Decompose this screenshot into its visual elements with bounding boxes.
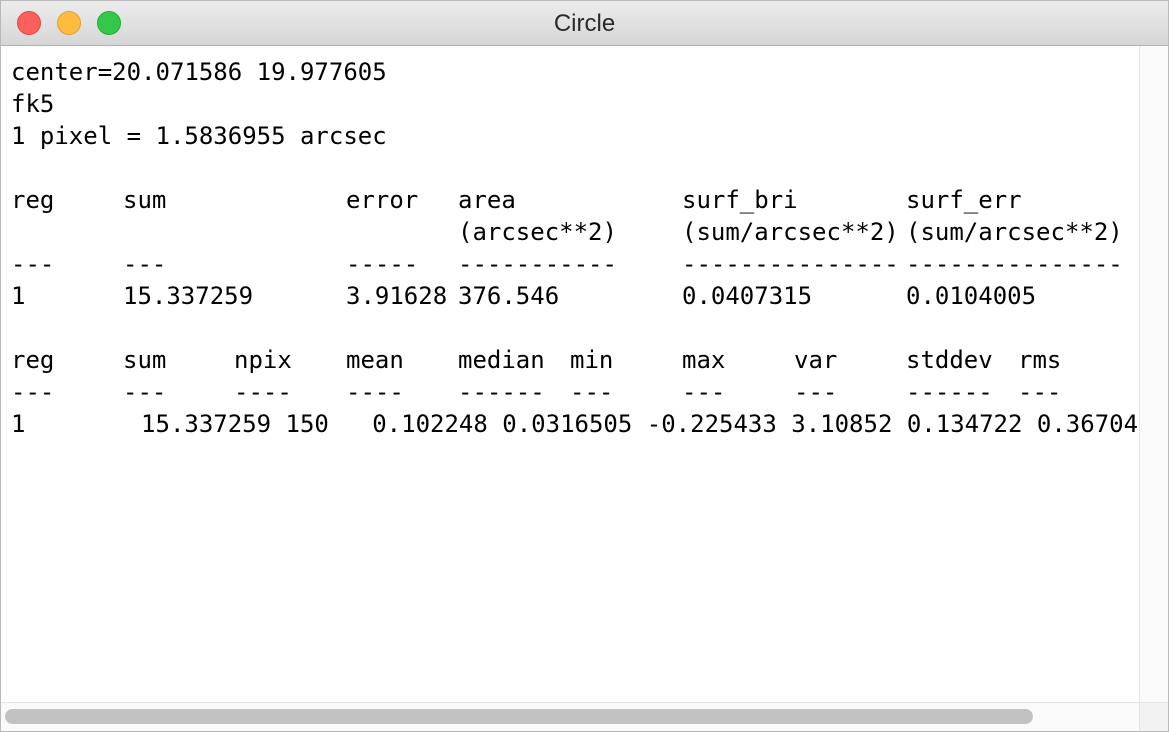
table1-header-surf-err: surf_err	[906, 186, 1022, 214]
table2-header-min: min	[570, 346, 614, 374]
window-title: Circle	[553, 10, 616, 37]
table1-header-error: error	[346, 186, 419, 214]
table2-divider: ------	[458, 378, 545, 406]
table1-cell-error: 3.91628	[346, 282, 448, 310]
scroll-corner	[1139, 702, 1168, 731]
table2-divider-row: --- --- ---- ---- ------ --- --- --- ---…	[11, 376, 1131, 408]
table2-header-npix: npix	[234, 346, 292, 374]
table1-divider: -----------	[458, 250, 617, 278]
horizontal-scrollbar[interactable]	[1, 702, 1139, 731]
table2-header-sum: sum	[123, 346, 167, 374]
table2-header-row: reg sum npix mean median min max var std…	[11, 344, 1131, 376]
table1-unit-surf-bri: (sum/arcsec**2)	[682, 218, 899, 246]
table1-cell-sum: 15.337259	[123, 282, 254, 310]
table2-divider: ---	[11, 378, 55, 406]
table1-header-reg: reg	[11, 186, 55, 214]
table2-divider: ---	[1018, 378, 1062, 406]
table2-divider: ---	[570, 378, 614, 406]
table2-header-max: max	[682, 346, 726, 374]
table1-header-area: area	[458, 186, 516, 214]
vertical-scrollbar[interactable]	[1139, 46, 1168, 702]
table2-divider: ----	[234, 378, 292, 406]
pixel-scale-line: 1 pixel = 1.5836955 arcsec	[11, 122, 387, 150]
table1-header-surf-bri: surf_bri	[682, 186, 798, 214]
table1-divider-row: --- --- ----- ----------- --------------…	[11, 248, 1131, 280]
table1-divider: ---------------	[906, 250, 1123, 278]
table1-units-row: (arcsec**2) (sum/arcsec**2) (sum/arcsec*…	[11, 216, 1131, 248]
table2-divider: ---	[123, 378, 167, 406]
table1-unit-area: (arcsec**2)	[458, 218, 617, 246]
center-line: center=20.071586 19.977605	[11, 58, 387, 86]
table2-divider: ---	[682, 378, 726, 406]
table1-divider: ---	[123, 250, 167, 278]
text-output-area[interactable]: center=20.071586 19.977605 fk5 1 pixel =…	[1, 46, 1139, 702]
table2-divider: ----	[346, 378, 404, 406]
horizontal-scroll-thumb[interactable]	[5, 709, 1033, 724]
table1-unit-surf-err: (sum/arcsec**2)	[906, 218, 1123, 246]
table1-cell-reg: 1	[11, 282, 26, 310]
table1-divider: ---------------	[682, 250, 899, 278]
table2-data-row: 1 15.337259 150 0.102248 0.0316505 -0.22…	[11, 410, 1139, 438]
title-bar[interactable]: Circle	[1, 1, 1168, 46]
circle-window: Circle center=20.071586 19.977605 fk5 1 …	[0, 0, 1169, 732]
table1-divider: ---	[11, 250, 55, 278]
table2-header-stddev: stddev	[906, 346, 993, 374]
table2-header-mean: mean	[346, 346, 404, 374]
table2-header-rms: rms	[1018, 346, 1062, 374]
table1-divider: -----	[346, 250, 419, 278]
table1-header-row: reg sum error area surf_bri surf_err	[11, 184, 1131, 216]
coordinate-system-line: fk5	[11, 90, 55, 118]
table2-header-reg: reg	[11, 346, 55, 374]
table1-cell-area: 376.546	[458, 282, 560, 310]
table1-data-row: 1 15.337259 3.91628 376.546 0.0407315 0.…	[11, 280, 1131, 312]
table2-header-var: var	[794, 346, 838, 374]
table1-cell-surf-bri: 0.0407315	[682, 282, 813, 310]
table2-divider: ------	[906, 378, 993, 406]
table2-header-median: median	[458, 346, 545, 374]
table1-header-sum: sum	[123, 186, 167, 214]
table1-cell-surf-err: 0.0104005	[906, 282, 1037, 310]
table2-divider: ---	[794, 378, 838, 406]
